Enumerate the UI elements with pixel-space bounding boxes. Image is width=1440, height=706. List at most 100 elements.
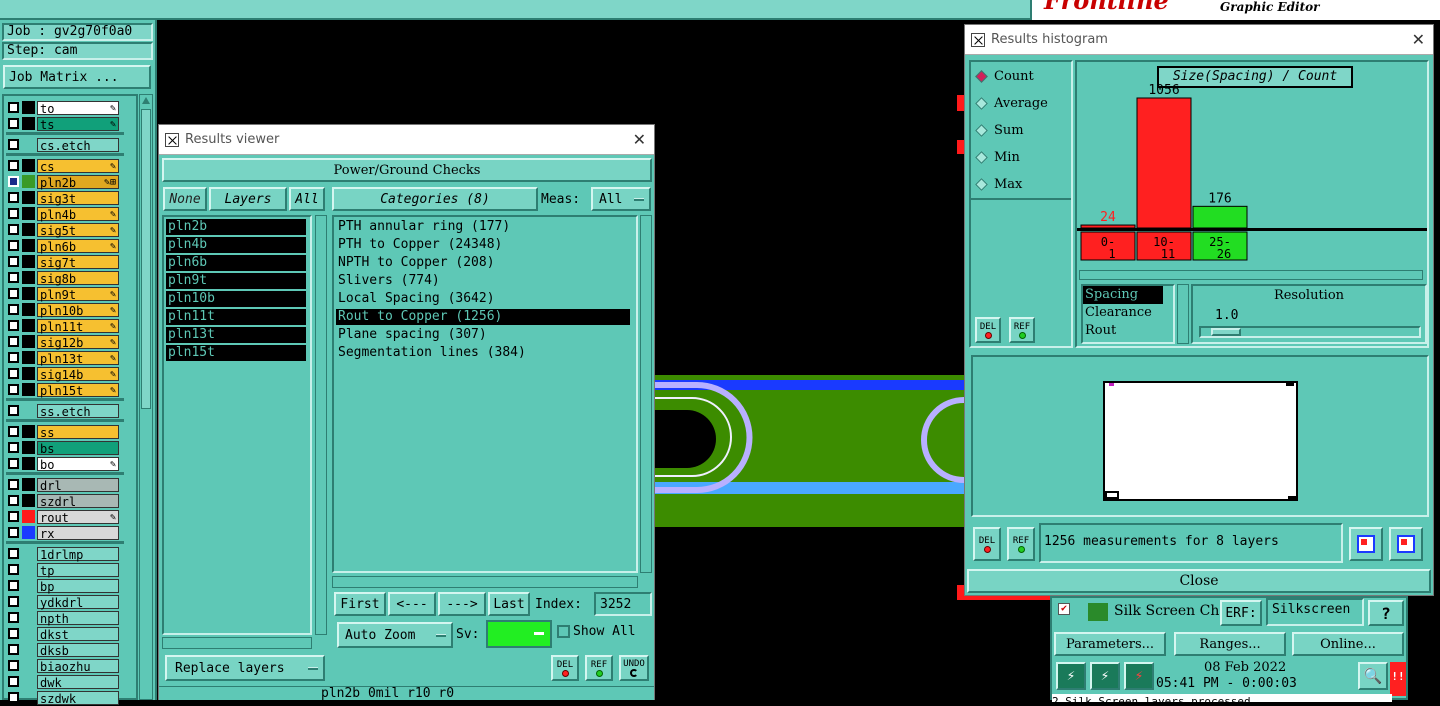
layer-name[interactable]: pln4b ✎ <box>37 206 119 222</box>
layer-color-swatch[interactable] <box>22 159 35 172</box>
layer-color-swatch[interactable] <box>22 579 35 592</box>
preview-board[interactable] <box>1103 381 1298 501</box>
layer-color-swatch[interactable] <box>22 627 35 640</box>
layer-color-swatch[interactable] <box>22 117 35 130</box>
layer-name[interactable]: pln9t ✎ <box>37 286 119 302</box>
layer-name[interactable]: pln6b ✎ <box>37 238 119 254</box>
layer-name[interactable]: to ✎ <box>37 100 119 116</box>
layer-color-swatch[interactable] <box>22 271 35 284</box>
layer-checkbox[interactable] <box>8 336 19 347</box>
layer-checkbox[interactable] <box>8 352 19 363</box>
layer-row-pln15t[interactable]: pln15t ✎ <box>6 382 124 398</box>
run-icon[interactable]: ⚡ <box>1056 662 1086 690</box>
layer-name[interactable]: pln13t ✎ <box>37 350 119 366</box>
close-icon[interactable]: ✕ <box>633 130 646 149</box>
mode-radio-min[interactable]: Min <box>975 147 1020 167</box>
layer-checkbox[interactable] <box>8 596 19 607</box>
layer-checkbox[interactable] <box>8 102 19 113</box>
result-layer-item[interactable]: pln9t <box>166 273 306 289</box>
mode-radio-max[interactable]: Max <box>975 174 1022 194</box>
show-all-checkbox[interactable] <box>557 625 570 638</box>
layer-name[interactable]: sig12b ✎ <box>37 334 119 350</box>
category-list-vscroll[interactable] <box>640 215 652 573</box>
layer-checkbox[interactable] <box>8 548 19 559</box>
ref-button[interactable]: REF <box>585 655 613 681</box>
mode-radio-average[interactable]: Average <box>975 93 1048 113</box>
help-button[interactable]: ? <box>1368 600 1404 626</box>
first-button[interactable]: First <box>334 592 386 616</box>
histogram-bar[interactable] <box>1080 224 1136 229</box>
layer-name[interactable]: ydkdrl <box>37 594 119 610</box>
layer-row-npth[interactable]: npth <box>6 610 124 626</box>
layer-color-swatch[interactable] <box>22 563 35 576</box>
layer-row-cs[interactable]: cs ✎ <box>6 158 124 174</box>
layer-color-swatch[interactable] <box>22 101 35 114</box>
result-layer-item[interactable]: pln15t <box>166 345 306 361</box>
layer-checkbox[interactable] <box>8 580 19 591</box>
category-item[interactable]: Slivers (774) <box>336 273 630 289</box>
erf-value-field[interactable]: Silkscreen <box>1266 598 1364 626</box>
erf-button[interactable]: ERF: <box>1220 600 1262 626</box>
layer-color-swatch[interactable] <box>22 547 35 560</box>
layer-row-biaozhu[interactable]: biaozhu <box>6 658 124 674</box>
layer-row-pln2b[interactable]: pln2b ✎⊞ <box>6 174 124 190</box>
layer-row-dksb[interactable]: dksb <box>6 642 124 658</box>
layer-checkbox[interactable] <box>8 139 19 150</box>
layer-name[interactable]: dwk <box>37 674 119 690</box>
layer-name[interactable]: npth <box>37 610 119 626</box>
layer-checkbox[interactable] <box>8 256 19 267</box>
layer-checkbox[interactable] <box>8 426 19 437</box>
layer-row-1drlmp[interactable]: 1drlmp <box>6 546 124 562</box>
check-enable-checkbox[interactable]: ✔ <box>1058 603 1070 615</box>
prev-button[interactable]: <--- <box>388 592 436 616</box>
layer-name[interactable]: sig7t <box>37 254 119 270</box>
layer-name[interactable]: ss.etch <box>37 403 119 419</box>
layer-name[interactable]: pln15t ✎ <box>37 382 119 398</box>
ranges-button[interactable]: Ranges... <box>1174 632 1286 656</box>
layer-checkbox[interactable] <box>8 368 19 379</box>
parameters-button[interactable]: Parameters... <box>1054 632 1166 656</box>
index-input[interactable]: 3252 <box>594 592 652 616</box>
result-layer-item[interactable]: pln6b <box>166 255 306 271</box>
layer-color-swatch[interactable] <box>22 223 35 236</box>
layer-color-swatch[interactable] <box>22 457 35 470</box>
measure-list-vscroll[interactable] <box>1177 284 1189 344</box>
histogram-close-button[interactable]: Close <box>967 569 1431 593</box>
layer-row-bo[interactable]: bo ✎ <box>6 456 124 472</box>
check-name-header[interactable]: Power/Ground Checks <box>162 158 652 182</box>
layer-checkbox[interactable] <box>8 628 19 639</box>
layer-checkbox[interactable] <box>8 192 19 203</box>
measure-item[interactable]: Rout <box>1083 322 1163 340</box>
layer-name[interactable]: sig8b <box>37 270 119 286</box>
layer-checkbox[interactable] <box>8 384 19 395</box>
layer-name[interactable]: biaozhu <box>37 658 119 674</box>
category-item[interactable]: Rout to Copper (1256) <box>336 309 630 325</box>
layer-row-pln11t[interactable]: pln11t ✎ <box>6 318 124 334</box>
category-item[interactable]: Segmentation lines (384) <box>336 345 630 361</box>
layer-row-dwk[interactable]: dwk <box>6 674 124 690</box>
layer-row-ss[interactable]: ss <box>6 424 124 440</box>
layer-checkbox[interactable] <box>8 160 19 171</box>
layer-list-scrollbar[interactable] <box>139 94 153 700</box>
layer-checkbox[interactable] <box>8 208 19 219</box>
close-icon[interactable]: ✕ <box>1412 30 1425 49</box>
layer-row-pln4b[interactable]: pln4b ✎ <box>6 206 124 222</box>
measure-item[interactable]: Spacing <box>1083 286 1163 304</box>
layer-checkbox[interactable] <box>8 288 19 299</box>
histogram-hscroll[interactable] <box>1079 270 1423 280</box>
mode-radio-sum[interactable]: Sum <box>975 120 1024 140</box>
meas-dropdown[interactable]: All <box>591 187 651 211</box>
layer-color-swatch[interactable] <box>22 351 35 364</box>
layer-row-sig8b[interactable]: sig8b <box>6 270 124 286</box>
zoom-icon[interactable]: 🔍 <box>1358 662 1388 690</box>
layer-checkbox[interactable] <box>8 272 19 283</box>
layer-name[interactable]: cs.etch <box>37 137 119 153</box>
undo-button[interactable]: UNDO <box>619 655 649 681</box>
layer-checkbox[interactable] <box>8 511 19 522</box>
resolution-slider[interactable] <box>1199 326 1421 338</box>
layers-button[interactable]: Layers <box>209 187 287 211</box>
export-icon[interactable] <box>1349 527 1383 561</box>
layer-name[interactable]: sig14b ✎ <box>37 366 119 382</box>
category-item[interactable]: Local Spacing (3642) <box>336 291 630 307</box>
del-button[interactable]: DEL <box>551 655 579 681</box>
